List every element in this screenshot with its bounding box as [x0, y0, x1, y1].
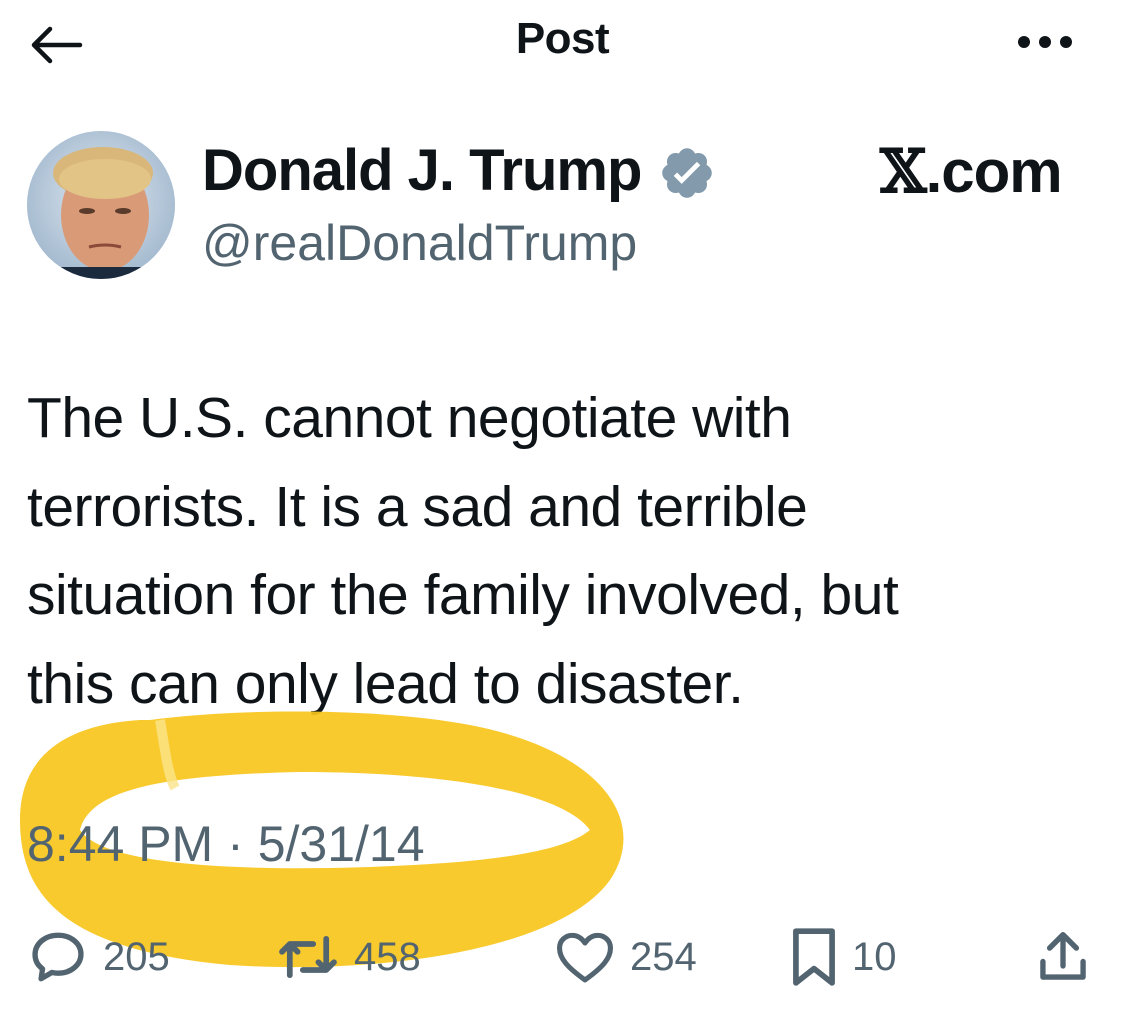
avatar[interactable] [27, 131, 175, 279]
share-icon [1040, 932, 1086, 980]
bookmark-count: 10 [852, 934, 897, 979]
heart-icon [557, 932, 613, 983]
bookmark-button[interactable]: 10 [790, 927, 897, 987]
post-detail-screen: Post Donald J. Trump @realDonaldTrump 𝕏.… [0, 0, 1125, 1021]
post-timestamp: 8:44 PM · 5/31/14 [27, 815, 425, 873]
verified-badge-icon [662, 148, 712, 198]
like-count: 254 [630, 934, 697, 979]
repost-icon [279, 935, 337, 979]
post-text: The U.S. cannot negotiate with terrorist… [27, 386, 899, 716]
post-date: 5/31/14 [257, 816, 425, 872]
bookmark-icon [793, 928, 835, 986]
repost-button[interactable]: 458 [276, 927, 421, 987]
timestamp-separator: · [227, 816, 244, 872]
share-button[interactable] [1036, 927, 1090, 987]
reply-count: 205 [103, 934, 170, 979]
reply-icon [32, 932, 84, 982]
watermark: 𝕏.com [880, 137, 1063, 207]
watermark-text: .com [925, 138, 1063, 205]
page-title: Post [515, 14, 610, 63]
author-name[interactable]: Donald J. Trump [202, 137, 642, 204]
x-logo: 𝕏 [880, 137, 927, 207]
repost-count: 458 [354, 934, 421, 979]
like-button[interactable]: 254 [554, 927, 697, 987]
post-time: 8:44 PM [27, 816, 214, 872]
more-horizontal-icon [1018, 36, 1072, 48]
author-handle[interactable]: @realDonaldTrump [202, 214, 637, 272]
more-options-button[interactable] [1005, 22, 1085, 62]
reply-button[interactable]: 205 [27, 927, 170, 987]
